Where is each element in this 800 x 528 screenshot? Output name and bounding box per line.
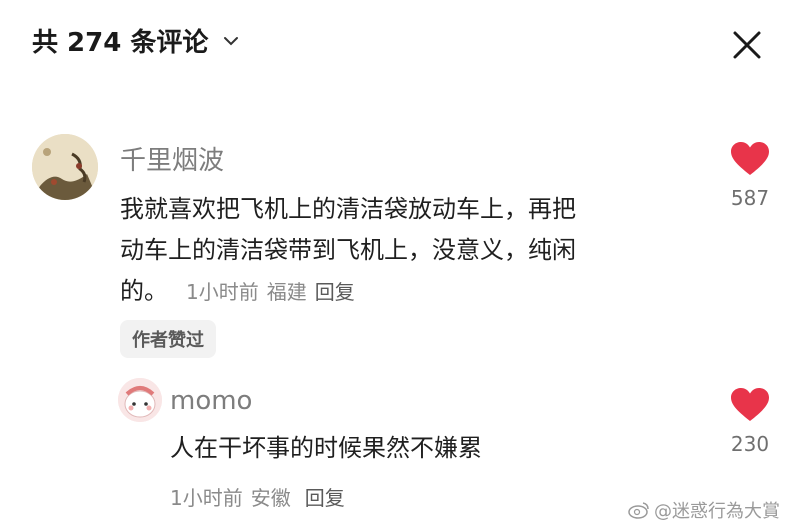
heart-icon bbox=[731, 142, 769, 175]
author-liked-badge: 作者赞过 bbox=[120, 320, 216, 358]
watermark: @迷惑行為大賞 bbox=[628, 497, 780, 523]
comment-text-end: 的。 bbox=[120, 277, 168, 305]
heart-icon bbox=[731, 388, 769, 421]
comment-meta: 1小时前 福建 回复 bbox=[186, 280, 363, 304]
reply-text: 人在干坏事的时候果然不嫌累 bbox=[170, 434, 482, 462]
reply-time: 1小时前 bbox=[170, 486, 243, 510]
chevron-down-icon bbox=[224, 36, 239, 45]
comment-count-dropdown[interactable]: 共 274 条评论 bbox=[32, 22, 240, 59]
comment-location: 福建 bbox=[266, 280, 307, 304]
avatar[interactable] bbox=[32, 134, 98, 200]
reply-meta: 1小时前 安徽 回复 bbox=[170, 482, 345, 511]
comment-text: 我就喜欢把飞机上的清洁袋放动车上，再把 动车上的清洁袋带到飞机上，没意义，纯闲 … bbox=[120, 189, 700, 313]
avatar[interactable] bbox=[118, 378, 162, 422]
comments-header: 共 274 条评论 bbox=[0, 0, 800, 90]
like-count: 587 bbox=[730, 186, 770, 210]
comment-text-line: 我就喜欢把飞机上的清洁袋放动车上，再把 bbox=[120, 195, 576, 223]
comment-username[interactable]: 千里烟波 bbox=[120, 140, 224, 177]
comment-text-line: 动车上的清洁袋带到飞机上，没意义，纯闲 bbox=[120, 236, 576, 264]
like-count: 230 bbox=[730, 432, 770, 456]
close-icon[interactable] bbox=[730, 28, 764, 62]
comment-text-line-last: 的。 1小时前 福建 回复 bbox=[120, 271, 700, 313]
reply-location: 安徽 bbox=[250, 486, 291, 510]
reply-username[interactable]: momo bbox=[170, 386, 252, 416]
watermark-text: @迷惑行為大賞 bbox=[654, 501, 780, 522]
reply-button[interactable]: 回复 bbox=[315, 280, 355, 304]
reply-button[interactable]: 回复 bbox=[305, 486, 345, 510]
like-button[interactable]: 230 bbox=[720, 388, 780, 456]
comment-count-title: 共 274 条评论 bbox=[32, 28, 209, 58]
weibo-icon bbox=[628, 502, 649, 519]
comment-time: 1小时前 bbox=[186, 280, 259, 304]
like-button[interactable]: 587 bbox=[720, 142, 780, 210]
